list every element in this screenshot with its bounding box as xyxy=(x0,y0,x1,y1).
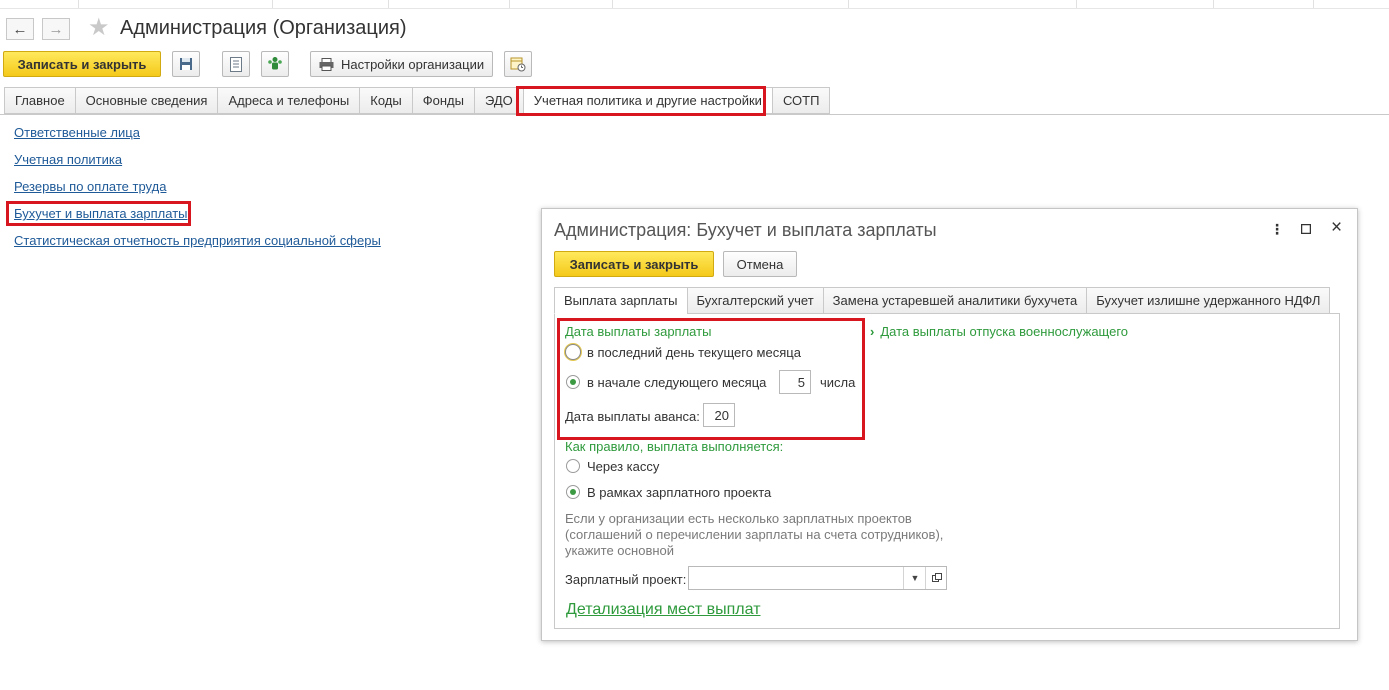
floppy-disk-icon xyxy=(180,58,192,70)
favorite-star-icon[interactable]: ★ xyxy=(88,16,110,40)
top-separator xyxy=(0,0,1389,9)
chevron-right-icon: › xyxy=(870,324,875,339)
project-hint-line-3: укажите основной xyxy=(565,543,675,558)
tab-addresses[interactable]: Адреса и телефоны xyxy=(217,87,360,114)
save-close-button[interactable]: Записать и закрыть xyxy=(3,51,161,77)
tab-main[interactable]: Главное xyxy=(4,87,75,114)
save-button[interactable] xyxy=(172,51,200,77)
payment-places-link[interactable]: Детализация мест выплат xyxy=(566,601,761,619)
project-hint-line-1: Если у организации есть несколько зарпла… xyxy=(565,511,912,526)
tab-funds[interactable]: Фонды xyxy=(411,87,474,114)
more-icon[interactable]: ⋮ xyxy=(1270,221,1284,238)
radio-salary-project-label: В рамках зарплатного проекта xyxy=(587,485,772,500)
radio-cash[interactable] xyxy=(566,459,580,473)
project-hint-line-2: (соглашений о перечислении зарплаты на с… xyxy=(565,527,944,542)
arrow-left-icon: ← xyxy=(12,20,28,38)
military-vacation-label: Дата выплаты отпуска военнослужащего xyxy=(880,324,1129,339)
printer-icon xyxy=(319,57,334,71)
forward-button[interactable]: → xyxy=(42,18,70,40)
open-form-icon[interactable] xyxy=(925,567,948,589)
link-salary-reserves[interactable]: Резервы по оплате труда xyxy=(14,179,166,194)
tab-basic-info[interactable]: Основные сведения xyxy=(74,87,218,114)
salary-dialog: Администрация: Бухучет и выплата зарплат… xyxy=(541,208,1358,641)
dropdown-arrow-icon[interactable]: ▼ xyxy=(903,567,926,589)
radio-cash-label: Через кассу xyxy=(587,459,660,474)
highlight-accounting-tab xyxy=(516,86,766,116)
calendar-button[interactable] xyxy=(504,51,532,77)
highlight-salary-link xyxy=(6,201,191,226)
document-list-button[interactable] xyxy=(222,51,250,77)
dialog-title: Администрация: Бухучет и выплата зарплат… xyxy=(554,220,937,240)
arrow-right-icon: → xyxy=(48,20,64,38)
calendar-clock-icon xyxy=(510,57,526,72)
link-responsible-persons[interactable]: Ответственные лица xyxy=(14,125,140,140)
dtab-salary-payment[interactable]: Выплата зарплаты xyxy=(554,287,687,314)
link-accounting-policy[interactable]: Учетная политика xyxy=(14,152,122,167)
tab-sotp[interactable]: СОТП xyxy=(771,87,831,114)
payment-method-header: Как правило, выплата выполняется: xyxy=(565,439,784,454)
maximize-icon[interactable] xyxy=(1300,221,1312,237)
radio-salary-project[interactable] xyxy=(566,485,580,499)
org-settings-label: Настройки организации xyxy=(341,56,485,72)
people-structure-icon xyxy=(268,57,282,70)
dtab-accounting[interactable]: Бухгалтерский учет xyxy=(686,287,823,314)
dtab-analytics-replace[interactable]: Замена устаревшей аналитики бухучета xyxy=(822,287,1087,314)
project-hint: Если у организации есть несколько зарпла… xyxy=(565,511,985,559)
military-vacation-link[interactable]: › Дата выплаты отпуска военнослужащего xyxy=(870,324,1128,339)
dtab-ndfl[interactable]: Бухучет излишне удержанного НДФЛ xyxy=(1086,287,1331,314)
close-icon[interactable]: × xyxy=(1331,217,1342,239)
dialog-tabs: Выплата зарплаты Бухгалтерский учет Заме… xyxy=(554,287,1331,314)
org-settings-button[interactable]: Настройки организации xyxy=(310,51,493,77)
dialog-save-close-button[interactable]: Записать и закрыть xyxy=(554,251,714,277)
dialog-cancel-button[interactable]: Отмена xyxy=(723,251,797,277)
salary-project-label: Зарплатный проект: xyxy=(565,572,687,587)
link-social-statistics[interactable]: Статистическая отчетность предприятия со… xyxy=(14,233,381,248)
window-title: Администрация (Организация) xyxy=(120,17,407,39)
back-button[interactable]: ← xyxy=(6,18,34,40)
structure-button[interactable] xyxy=(261,51,289,77)
tab-codes[interactable]: Коды xyxy=(359,87,412,114)
list-document-icon xyxy=(230,56,242,72)
highlight-pay-date-block xyxy=(557,318,865,440)
salary-project-combo[interactable]: ▼ xyxy=(688,566,947,590)
